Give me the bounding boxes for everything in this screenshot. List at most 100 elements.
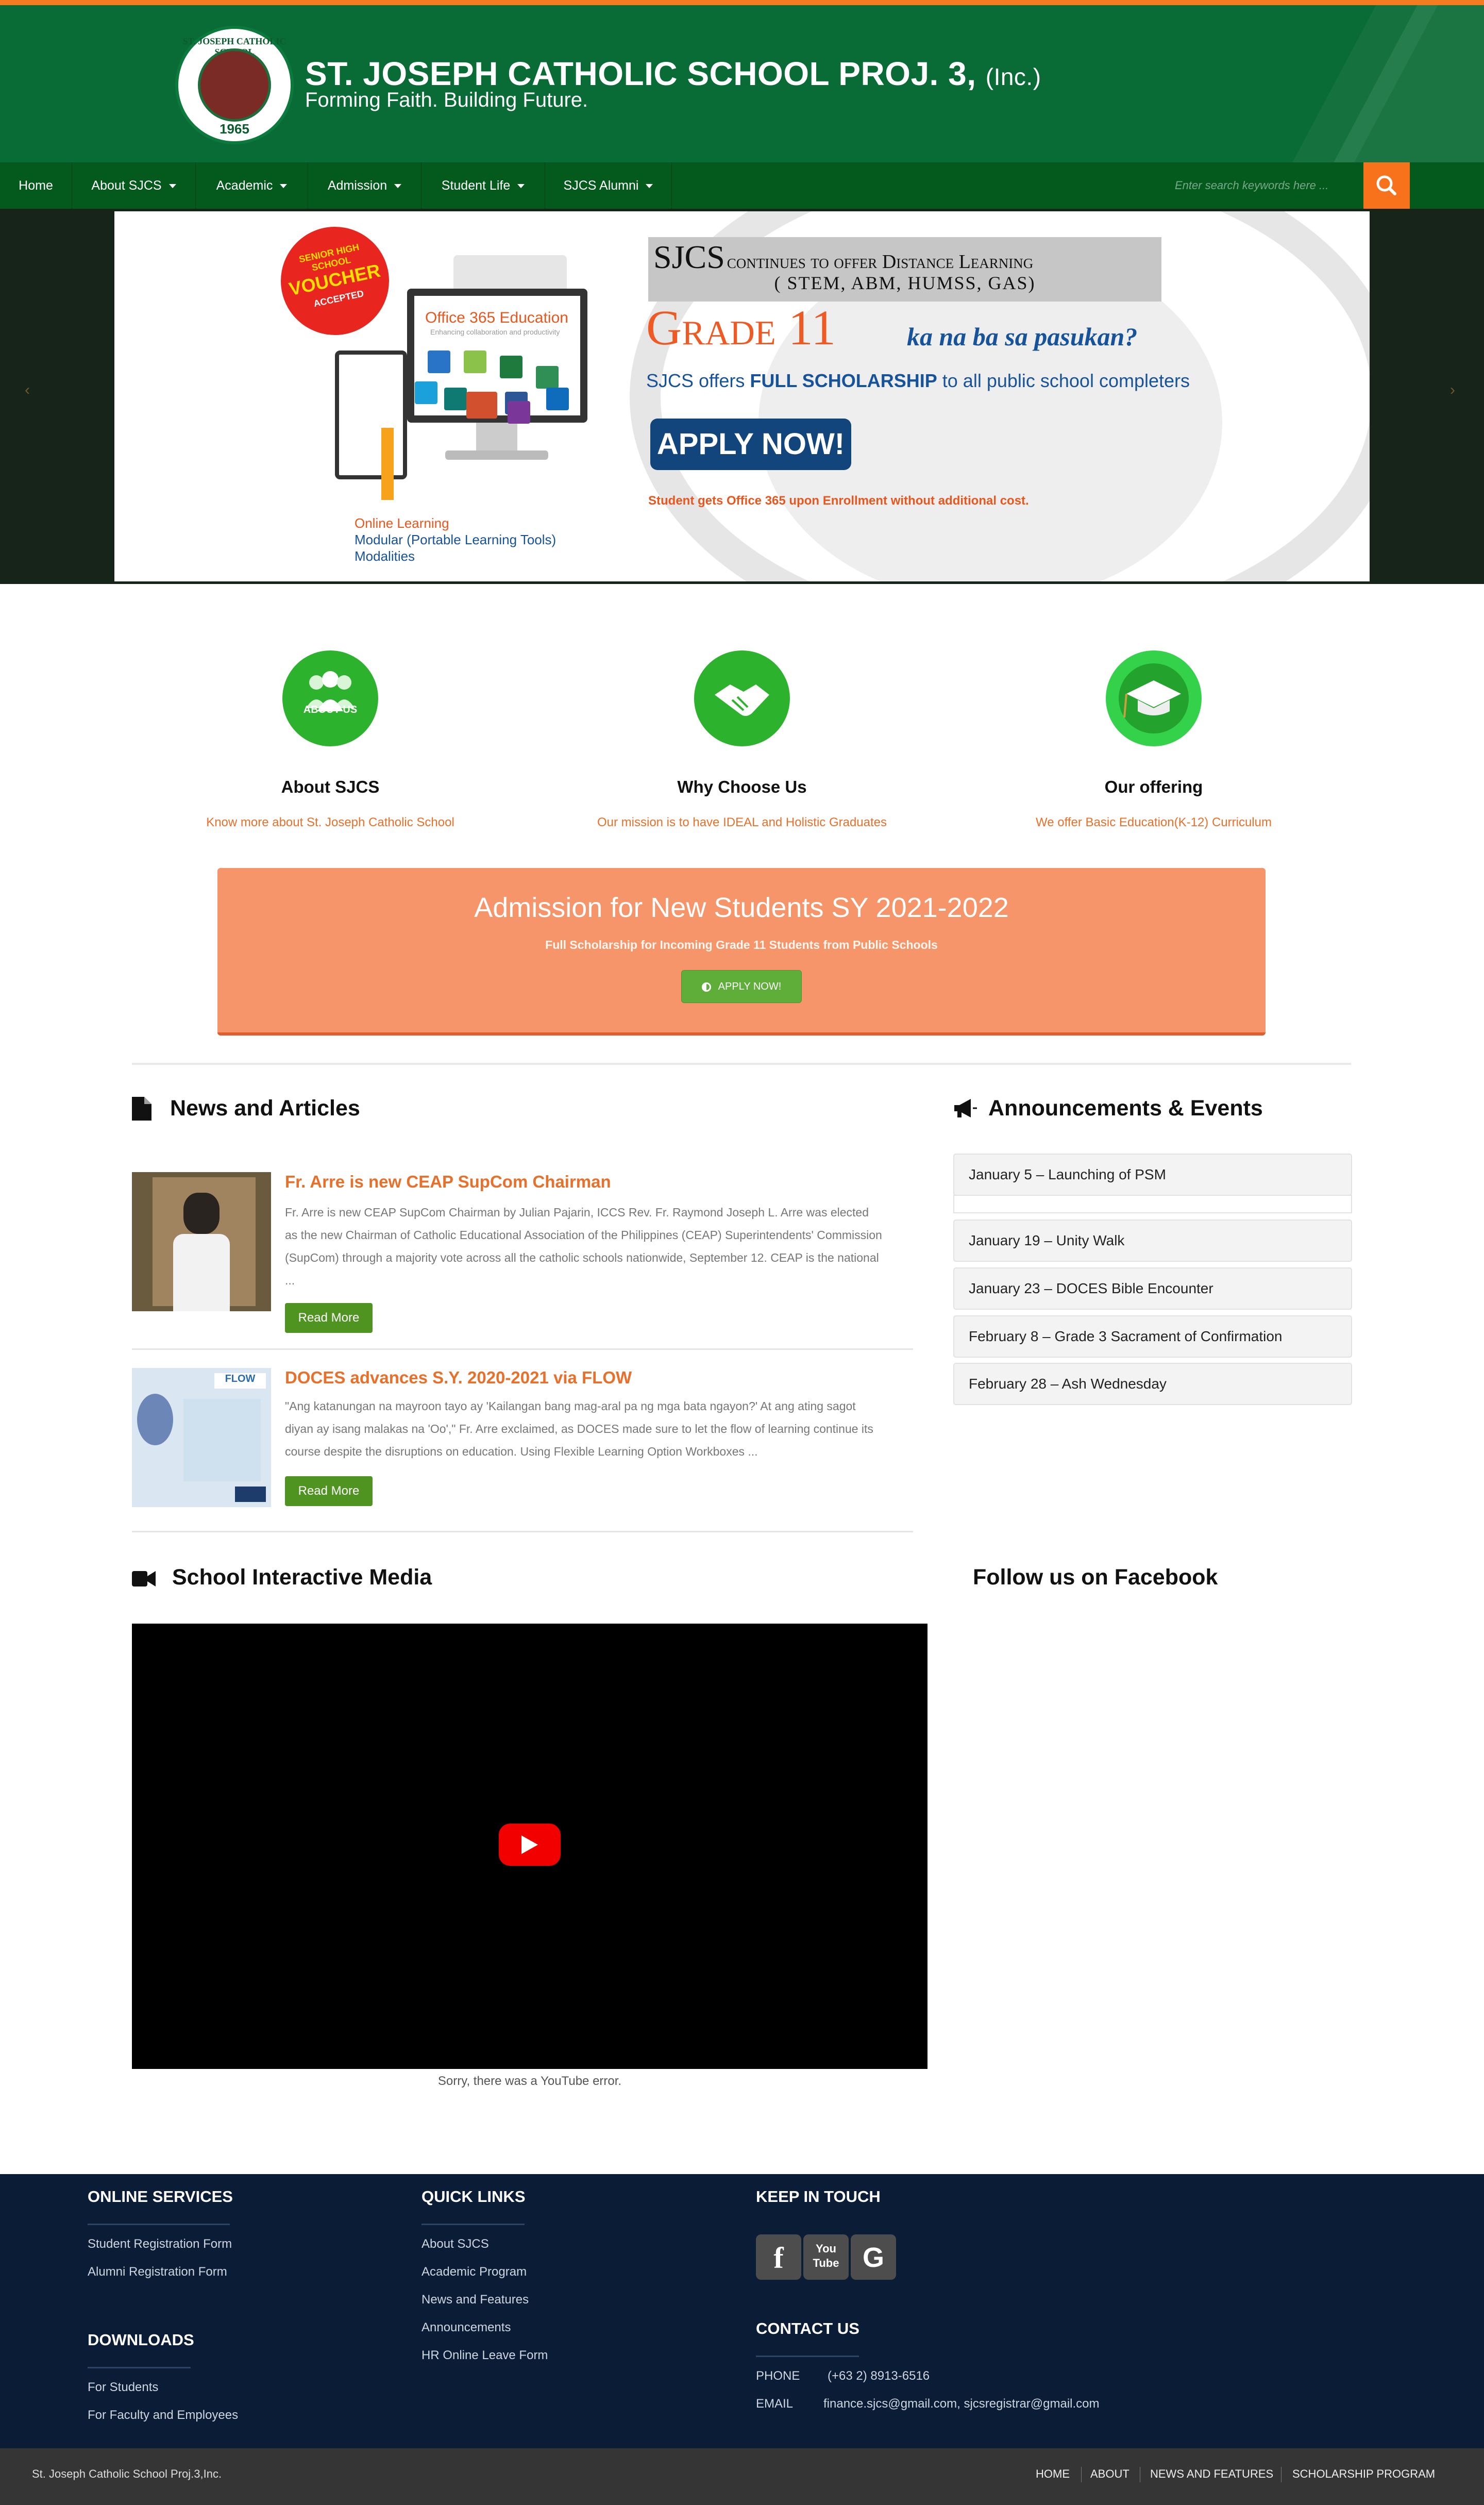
thumb-footer (235, 1487, 266, 1502)
youtube-glyph: You Tube (813, 2242, 839, 2269)
slider-prev-arrow[interactable]: ‹ (25, 381, 30, 399)
handshake-glyph (715, 684, 769, 716)
announcement-item[interactable]: January 19 – Unity Walk (953, 1220, 1352, 1262)
nav-item-student-life[interactable]: Student Life (421, 162, 545, 209)
nav-item-admission[interactable]: Admission (308, 162, 421, 209)
monitor-stand (476, 423, 517, 454)
announcements-heading: Announcements & Events (988, 1096, 1263, 1121)
nav-label: About SJCS (91, 178, 162, 193)
slide-grade: Grade 11 (646, 300, 836, 355)
bottom-link-news-features[interactable]: NEWS AND FEATURES (1150, 2467, 1273, 2481)
google-glyph: G (862, 2242, 884, 2273)
site-title-text: ST. JOSEPH CATHOLIC SCHOOL PROJ. 3, (305, 55, 976, 92)
news-thumb-doces[interactable]: FLOW (132, 1368, 271, 1507)
contact-email-value[interactable]: finance.sjcs@gmail.com, sjcsregistrar@gm… (823, 2397, 1100, 2411)
search-icon (1376, 175, 1396, 195)
feature-title-offering: Our offering (1104, 777, 1203, 796)
slide-headline-text: continues to offer Distance Learning (727, 251, 1034, 273)
header-top-line (0, 0, 1484, 5)
contact-phone-label: PHONE (756, 2369, 800, 2383)
graduation-cap-icon[interactable] (1106, 650, 1202, 746)
site-title[interactable]: ST. JOSEPH CATHOLIC SCHOOL PROJ. 3, (Inc… (305, 55, 1041, 93)
footer-heading-downloads: DOWNLOADS (88, 2331, 194, 2349)
news-thumb-arre[interactable] (132, 1172, 271, 1311)
youtube-icon[interactable]: You Tube (803, 2234, 849, 2280)
admission-title: Admission for New Students SY 2021-2022 (474, 892, 1009, 923)
footer-link-for-faculty[interactable]: For Faculty and Employees (88, 2408, 238, 2423)
facebook-icon[interactable]: f (756, 2234, 801, 2280)
slide-apply-button[interactable]: APPLY NOW! (650, 419, 851, 470)
slide-offer-post: to all public school completers (937, 370, 1190, 391)
nav-label: Admission (327, 178, 387, 193)
notepad-illustration (335, 350, 407, 479)
video-camera-icon (132, 1571, 156, 1586)
mode-online-learning: Online Learning (355, 515, 449, 531)
feature-link-why[interactable]: Our mission is to have IDEAL and Holisti… (562, 815, 922, 830)
footer-link-hr-leave-form[interactable]: HR Online Leave Form (421, 2348, 548, 2363)
feature-link-about[interactable]: Know more about St. Joseph Catholic Scho… (150, 815, 511, 830)
bottom-link-home[interactable]: HOME (1036, 2467, 1070, 2481)
slider-next-arrow[interactable]: › (1450, 381, 1455, 399)
mode-modalities: Modalities (355, 548, 415, 564)
footer-rule (88, 2224, 230, 2225)
bottom-link-scholarship[interactable]: SCHOLARSHIP PROGRAM (1292, 2467, 1435, 2481)
footer-rule (421, 2224, 525, 2225)
youtube-play-icon[interactable] (499, 1824, 561, 1866)
megaphone-icon (954, 1099, 977, 1117)
footer-link-about-sjcs[interactable]: About SJCS (421, 2237, 489, 2251)
announcement-item[interactable]: January 23 – DOCES Bible Encounter (953, 1267, 1352, 1310)
feature-link-offering[interactable]: We offer Basic Education(K-12) Curriculu… (973, 815, 1334, 830)
search-button[interactable] (1363, 162, 1410, 209)
search-input[interactable] (1175, 170, 1360, 201)
footer-heading-keep-in-touch: KEEP IN TOUCH (756, 2187, 881, 2206)
google-icon[interactable]: G (851, 2234, 896, 2280)
footer-link-news-features[interactable]: News and Features (421, 2293, 529, 2307)
announcement-item[interactable]: February 28 – Ash Wednesday (953, 1363, 1352, 1405)
bottom-link-separator (1081, 2467, 1082, 2482)
contact-phone-value[interactable]: (+63 2) 8913-6516 (828, 2369, 930, 2383)
outlook-icon (546, 388, 569, 410)
footer-link-for-students[interactable]: For Students (88, 2380, 158, 2395)
nav-item-sjcs-alumni[interactable]: SJCS Alumni (545, 162, 672, 209)
about-us-icon[interactable]: ABOUT US (282, 650, 378, 746)
school-logo[interactable]: ST. JOSEPH CATHOLIC SCHOOL 1965 (175, 26, 294, 144)
bottom-link-about[interactable]: ABOUT (1090, 2467, 1129, 2481)
nav-item-home[interactable]: Home (0, 162, 72, 209)
site-title-suffix: (Inc.) (985, 63, 1041, 90)
site-footer (0, 2174, 1484, 2448)
footer-link-student-registration[interactable]: Student Registration Form (88, 2237, 232, 2251)
announcement-item[interactable]: January 5 – Launching of PSM (953, 1154, 1352, 1196)
handshake-icon[interactable] (694, 650, 790, 746)
thumb-seal (137, 1394, 173, 1445)
slide-tagline: ka na ba sa pasukan? (907, 322, 1138, 351)
planner-icon (536, 366, 559, 389)
youtube-error-text: Sorry, there was a YouTube error. (437, 2074, 622, 2088)
admission-subtitle: Full Scholarship for Incoming Grade 11 S… (545, 938, 938, 951)
cap-glyph (1123, 680, 1181, 718)
news-title-1[interactable]: Fr. Arre is new CEAP SupCom Chairman (285, 1172, 611, 1192)
nav-label: Student Life (441, 178, 511, 193)
footer-link-alumni-registration[interactable]: Alumni Registration Form (88, 2265, 227, 2279)
admission-apply-button[interactable]: APPLY NOW! (681, 970, 802, 1003)
announcement-item[interactable]: February 8 – Grade 3 Sacrament of Confir… (953, 1315, 1352, 1358)
media-heading: School Interactive Media (172, 1565, 432, 1590)
feature-title-about: About SJCS (281, 777, 380, 796)
footer-heading-online-services: ONLINE SERVICES (88, 2187, 233, 2206)
read-more-button-1[interactable]: Read More (285, 1303, 373, 1333)
thumb-robe (173, 1234, 230, 1311)
footer-link-academic-program[interactable]: Academic Program (421, 2265, 527, 2279)
read-more-button-2[interactable]: Read More (285, 1476, 373, 1506)
thumb-head (183, 1193, 220, 1234)
mode-modular: Modular (Portable Learning Tools) (355, 532, 556, 547)
nav-item-academic[interactable]: Academic (196, 162, 308, 209)
powerpoint-icon (466, 392, 497, 419)
nav-item-about-sjcs[interactable]: About SJCS (72, 162, 196, 209)
footer-link-announcements[interactable]: Announcements (421, 2320, 511, 2335)
caret-down-icon (394, 184, 402, 189)
copyright-text: St. Joseph Catholic School Proj.3,Inc. (32, 2467, 222, 2480)
news-title-2[interactable]: DOCES advances S.Y. 2020-2021 via FLOW (285, 1368, 632, 1388)
footer-rule (756, 2356, 859, 2357)
caret-down-icon (168, 184, 176, 189)
sharepoint-icon (444, 388, 467, 410)
onedrive-icon (428, 350, 450, 373)
